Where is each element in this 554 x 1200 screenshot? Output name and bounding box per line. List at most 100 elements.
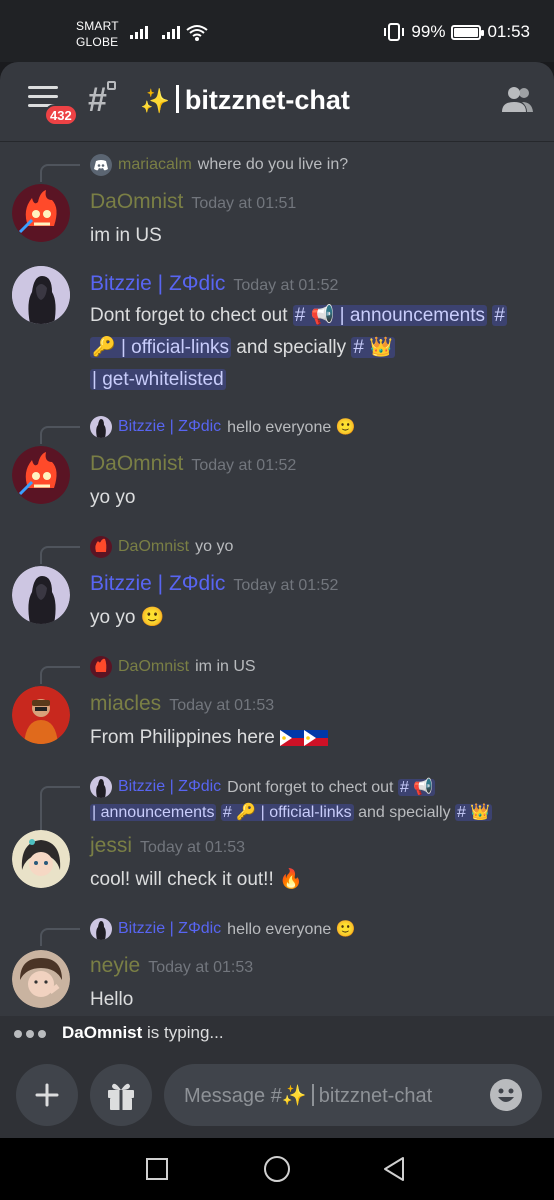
message-text: yo yo bbox=[90, 607, 136, 628]
reply-preview[interactable]: Bitzzie | ZΦdic Dont forget to chect out… bbox=[90, 774, 436, 800]
timestamp: Today at 01:52 bbox=[191, 457, 297, 474]
timestamp: Today at 01:52 bbox=[233, 277, 339, 294]
avatar[interactable] bbox=[12, 830, 70, 888]
reply-text: where do you live in? bbox=[197, 156, 349, 173]
channel-hash[interactable]: # 👑 bbox=[351, 337, 395, 358]
reply-text: Dont forget to chect out # 📢 bbox=[227, 777, 436, 797]
message-text: and specially bbox=[236, 337, 347, 358]
message-body: yo yo 🙂 bbox=[90, 602, 164, 634]
reply-preview[interactable]: Bitzzie | ZΦdic hello everyone 🙂 bbox=[90, 414, 356, 440]
smiley-icon: 🙂 bbox=[140, 607, 165, 628]
person-orange-avatar bbox=[12, 686, 70, 744]
message-body: From Philippines here bbox=[90, 722, 329, 754]
reply-spine bbox=[40, 164, 80, 182]
reply-spine bbox=[40, 666, 80, 684]
reply-author[interactable]: DaOmnist bbox=[118, 538, 189, 556]
username[interactable]: DaOmnist bbox=[90, 452, 183, 475]
message-composer: Message #✨ bitzznet-chat bbox=[0, 1050, 554, 1138]
username[interactable]: Bitzzie | ZΦdic bbox=[90, 572, 225, 595]
username[interactable]: miacles bbox=[90, 692, 161, 715]
reply-spine bbox=[40, 426, 80, 444]
username[interactable]: neyie bbox=[90, 954, 140, 977]
message-header: jessi Today at 01:53 bbox=[90, 834, 245, 858]
placeholder-prefix: Message # bbox=[184, 1085, 282, 1107]
channel-header: 432 # ✨ bitzznet-chat bbox=[0, 62, 554, 142]
channel-mention-announcements[interactable]: # 📢 | announcements bbox=[292, 305, 488, 326]
channel-hash[interactable]: # bbox=[492, 305, 507, 326]
flame-skull-avatar bbox=[12, 446, 70, 504]
reply-spine bbox=[40, 928, 80, 946]
anime-girl-avatar bbox=[12, 830, 70, 888]
philippines-flag-icon-2 bbox=[304, 729, 329, 746]
reply-author[interactable]: mariacalm bbox=[118, 156, 192, 174]
reply-preview[interactable]: DaOmnist yo yo bbox=[90, 534, 233, 560]
placeholder-divider bbox=[311, 1084, 314, 1106]
reply-text-value: and specially bbox=[358, 804, 451, 821]
message-list[interactable]: mariacalm where do you live in? DaOmnist… bbox=[0, 142, 554, 1016]
status-bar: SMART GLOBE 99% 01:53 bbox=[0, 0, 554, 62]
username[interactable]: jessi bbox=[90, 834, 132, 857]
mention-label: | announcements bbox=[339, 305, 486, 326]
reply-preview[interactable]: mariacalm where do you live in? bbox=[90, 152, 348, 178]
megaphone-icon: 📢 bbox=[413, 779, 434, 796]
channel-hash[interactable]: # 👑 bbox=[455, 804, 493, 821]
reply-text: | announcements # 🔑 | official-links and… bbox=[90, 802, 493, 822]
avatar[interactable] bbox=[12, 184, 70, 242]
person-photo-avatar bbox=[12, 950, 70, 1008]
reply-author[interactable]: Bitzzie | ZΦdic bbox=[118, 920, 221, 938]
message-body: Dont forget to chect out # 📢 | announcem… bbox=[90, 300, 507, 332]
channel-title[interactable]: ✨ bitzznet-chat bbox=[140, 82, 350, 120]
avatar[interactable] bbox=[12, 446, 70, 504]
timestamp: Today at 01:51 bbox=[191, 195, 297, 212]
home-button[interactable] bbox=[264, 1156, 290, 1182]
reply-author[interactable]: Bitzzie | ZΦdic bbox=[118, 418, 221, 436]
clock: 01:53 bbox=[487, 22, 530, 41]
members-icon[interactable] bbox=[500, 84, 534, 114]
channel-mention-announcements[interactable]: | announcements bbox=[90, 804, 217, 821]
avatar[interactable] bbox=[12, 566, 70, 624]
mention-label: | official-links bbox=[260, 804, 352, 821]
sparkles-icon: ✨ bbox=[140, 88, 170, 115]
avatar[interactable] bbox=[12, 686, 70, 744]
typing-suffix: is typing... bbox=[147, 1023, 224, 1042]
key-icon: 🔑 bbox=[92, 337, 116, 358]
channel-mention-official-links[interactable]: # 🔑 | official-links bbox=[220, 804, 354, 821]
reply-author[interactable]: Bitzzie | ZΦdic bbox=[118, 778, 221, 796]
message-input[interactable]: Message #✨ bitzznet-chat bbox=[164, 1064, 542, 1126]
message-header: neyie Today at 01:53 bbox=[90, 954, 253, 978]
fire-icon: 🔥 bbox=[279, 869, 303, 890]
channel-mention-get-whitelisted[interactable]: | get-whitelisted bbox=[90, 369, 226, 390]
reply-text: yo yo bbox=[195, 538, 234, 555]
message-body-line-2: 🔑 | official-links and specially # 👑 bbox=[90, 332, 395, 364]
reply-preview-line-2[interactable]: | announcements # 🔑 | official-links and… bbox=[90, 799, 493, 825]
avatar[interactable] bbox=[12, 266, 70, 324]
reply-preview[interactable]: DaOmnist im in US bbox=[90, 654, 256, 680]
gift-button[interactable] bbox=[90, 1064, 152, 1126]
username[interactable]: DaOmnist bbox=[90, 190, 183, 213]
back-triangle-icon[interactable] bbox=[382, 1156, 406, 1182]
timestamp: Today at 01:52 bbox=[233, 577, 339, 594]
carrier-label: SMART GLOBE bbox=[76, 18, 119, 50]
mini-avatar bbox=[90, 656, 112, 678]
username[interactable]: Bitzzie | ZΦdic bbox=[90, 272, 225, 295]
key-icon: 🔑 bbox=[236, 804, 257, 821]
channel-hash[interactable]: # 📢 bbox=[397, 779, 436, 796]
battery-icon bbox=[451, 24, 485, 40]
mini-avatar bbox=[90, 416, 112, 438]
message-body: cool! will check it out!! 🔥 bbox=[90, 864, 303, 896]
smiley-icon: 🙂 bbox=[335, 419, 356, 436]
avatar[interactable] bbox=[12, 950, 70, 1008]
crown-icon: 👑 bbox=[470, 804, 491, 821]
emoji-button[interactable] bbox=[490, 1079, 522, 1111]
message-body: Hello bbox=[90, 989, 134, 1010]
status-right: 99% 01:53 bbox=[383, 22, 530, 42]
message-text: cool! will check it out!! bbox=[90, 869, 274, 890]
recent-apps-button[interactable] bbox=[146, 1158, 168, 1180]
lock-icon bbox=[107, 81, 116, 90]
add-attachment-button[interactable] bbox=[16, 1064, 78, 1126]
channel-mention-official-links[interactable]: 🔑 | official-links bbox=[90, 337, 232, 358]
plus-icon bbox=[35, 1083, 59, 1107]
battery-percent: 99% bbox=[411, 22, 446, 41]
reply-preview[interactable]: Bitzzie | ZΦdic hello everyone 🙂 bbox=[90, 916, 356, 942]
reply-author[interactable]: DaOmnist bbox=[118, 658, 189, 676]
